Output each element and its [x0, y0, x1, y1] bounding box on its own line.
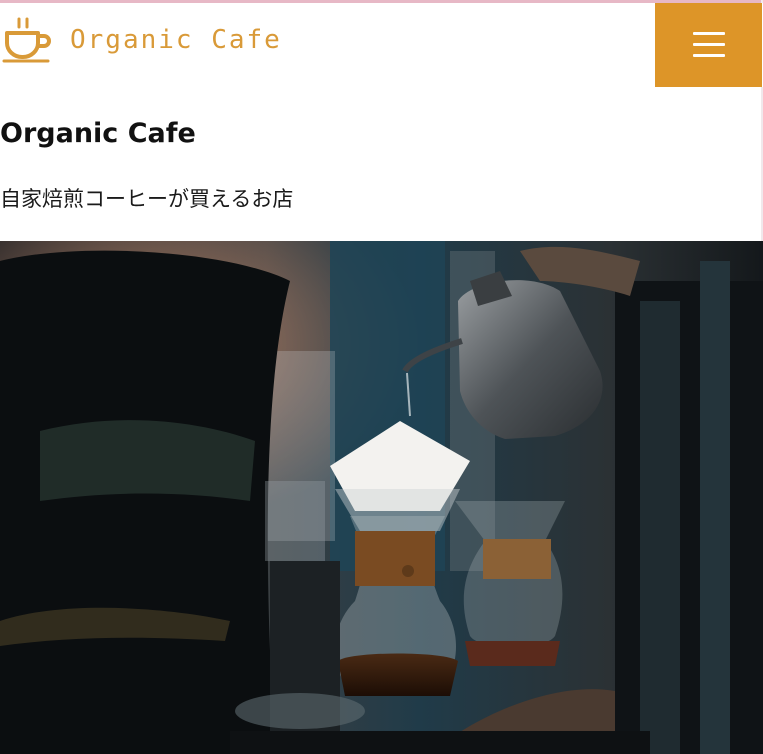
coffee-cup-icon: [2, 17, 51, 63]
page-subtitle: 自家焙煎コーヒーが買えるお店: [0, 187, 294, 211]
menu-button[interactable]: [655, 3, 762, 87]
site-header: Organic Cafe: [0, 3, 763, 87]
hero-coffee-image: [0, 241, 763, 754]
site-logo[interactable]: Organic Cafe: [2, 17, 282, 63]
hamburger-menu-icon: [692, 32, 725, 58]
logo-text: Organic Cafe: [70, 25, 282, 55]
page-title: Organic Cafe: [0, 118, 196, 149]
